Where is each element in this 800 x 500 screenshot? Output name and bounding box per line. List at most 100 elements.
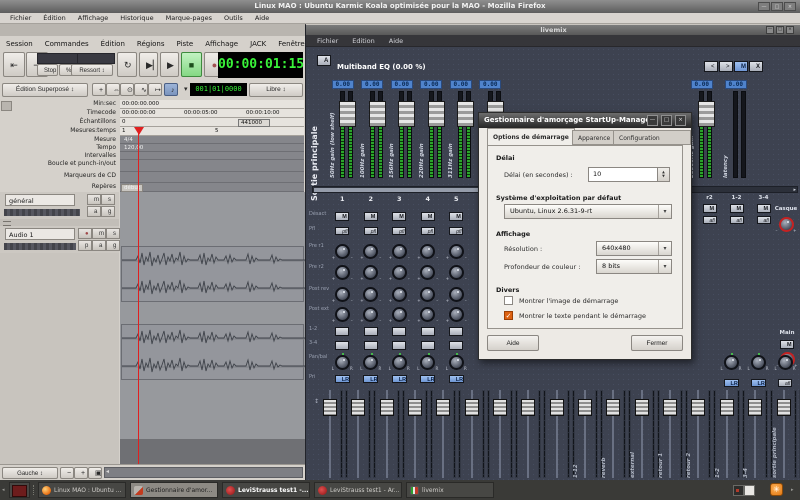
scroll-left-icon[interactable]: ◂ [106, 468, 109, 475]
ruler-strip-timecode[interactable]: 00:00:00:00 00:00:05:00 00:00:10:00 [120, 109, 304, 118]
close-icon[interactable]: × [784, 2, 796, 11]
eq-value-box[interactable]: 0.00 [450, 80, 472, 89]
audition-speaker-icon[interactable]: ♪ [164, 83, 178, 96]
workspace-2-cell[interactable] [744, 485, 755, 496]
shuttle-mode-combo[interactable]: Ressort ↕ [71, 64, 113, 76]
ruler-strip-tempo[interactable]: 120,00 [120, 144, 304, 152]
tab-appearance[interactable]: Apparence [572, 130, 616, 145]
subgroup-button[interactable] [335, 327, 349, 336]
range-tool-icon[interactable]: ⇔ [106, 83, 120, 96]
fader-handle[interactable] [777, 399, 791, 416]
group-mute-button[interactable]: M [703, 204, 717, 213]
track-record-arm-button[interactable]: ● [78, 228, 92, 239]
main-mute-button[interactable]: M [780, 340, 794, 349]
firefox-menu-item[interactable]: Historique [114, 14, 159, 22]
spinner-arrows-icon[interactable]: ▲▼ [657, 168, 669, 181]
stretch-tool-icon[interactable]: ↦ [148, 83, 162, 96]
channel-pfl-button[interactable]: pfl [421, 227, 435, 235]
eq-slider[interactable] [429, 91, 444, 178]
eq-slider[interactable] [699, 91, 714, 178]
track-g-button[interactable]: g [106, 240, 120, 251]
track-name-field[interactable]: Audio 1 [5, 228, 75, 240]
pan-knob[interactable]: LR [751, 355, 766, 370]
send-knob[interactable]: +– [449, 307, 464, 322]
send-knob[interactable]: +– [392, 244, 407, 259]
ardour-menu-item[interactable]: Édition [95, 40, 131, 48]
pan-knob[interactable]: LR [420, 355, 435, 370]
fader-handle[interactable] [635, 399, 649, 416]
ruler-strip-samples[interactable]: 0 441000 [120, 118, 304, 127]
fader-handle[interactable] [436, 399, 450, 416]
group-afl-button[interactable]: afl [703, 216, 717, 224]
track-mute-button[interactable]: m [92, 228, 106, 239]
bus-g-button[interactable]: g [101, 206, 115, 217]
corner-a-button[interactable]: A [317, 55, 331, 66]
subgroup-button[interactable] [449, 341, 463, 350]
send-knob[interactable]: +– [420, 244, 435, 259]
ardour-menu-item[interactable]: Affichage [199, 40, 244, 48]
eq-value-box[interactable]: 0.00 [479, 80, 501, 89]
group-mute-button[interactable]: M [757, 204, 771, 213]
ardour-menu-item[interactable]: Session [0, 40, 39, 48]
zoom-focus-combo[interactable]: Gauche ↕ [2, 467, 58, 479]
send-knob[interactable]: +– [392, 265, 407, 280]
send-knob[interactable]: +– [363, 244, 378, 259]
maximize-icon[interactable]: □ [661, 115, 672, 126]
playhead-line[interactable] [138, 127, 139, 464]
audio-region[interactable] [121, 324, 304, 380]
delay-spinbox[interactable]: 10 ▲▼ [588, 167, 670, 182]
nav-prev-button[interactable]: < [704, 61, 718, 72]
eq-value-box[interactable]: 0.00 [691, 80, 713, 89]
window-menu-button[interactable] [9, 482, 30, 498]
task-button[interactable]: livemix [406, 482, 494, 498]
send-knob[interactable]: +– [420, 307, 435, 322]
grab-tool-icon[interactable]: + [92, 83, 106, 96]
fader-handle[interactable] [720, 399, 734, 416]
pan-knob[interactable]: LR [392, 355, 407, 370]
pan-knob[interactable]: LR [778, 355, 793, 370]
firefox-menu-item[interactable]: Fichier [4, 14, 37, 22]
shuttle-stop-button[interactable]: Stop [37, 64, 58, 76]
fader-nudge-icon[interactable]: ↕ [314, 399, 319, 405]
eq-slider-handle[interactable] [339, 101, 356, 127]
send-knob[interactable]: +– [335, 244, 350, 259]
firefox-menu-item[interactable]: Affichage [72, 14, 115, 22]
send-knob[interactable]: +– [392, 287, 407, 302]
bus-mute-button[interactable]: m [87, 194, 101, 205]
help-button[interactable]: Aide [487, 335, 539, 351]
audition-dropdown-icon[interactable]: ▾ [178, 83, 190, 96]
eq-slider[interactable] [370, 91, 385, 178]
send-knob[interactable]: +– [449, 265, 464, 280]
subgroup-button[interactable] [421, 327, 435, 336]
send-knob[interactable]: +– [335, 265, 350, 280]
show-boot-image-checkbox[interactable] [504, 296, 513, 305]
send-knob[interactable]: +– [449, 244, 464, 259]
fader-handle[interactable] [351, 399, 365, 416]
lr-assign-button[interactable]: LR [363, 375, 378, 383]
channel-mute-button[interactable]: M [449, 212, 463, 221]
eq-slider-handle[interactable] [398, 101, 415, 127]
lr-assign-button[interactable]: LR [724, 379, 739, 387]
eq-slider[interactable] [399, 91, 414, 178]
fader-handle[interactable] [578, 399, 592, 416]
fader-handle[interactable] [323, 399, 337, 416]
afl-button[interactable]: afl [778, 379, 792, 387]
eq-value-box[interactable]: 0.00 [420, 80, 442, 89]
eq-value-box[interactable]: 0.00 [391, 80, 413, 89]
livemix-titlebar[interactable]: livemix [306, 25, 800, 35]
zoom-in-button[interactable]: + [74, 467, 88, 479]
channel-mute-button[interactable]: M [364, 212, 378, 221]
fader-handle[interactable] [493, 399, 507, 416]
fader-handle[interactable] [606, 399, 620, 416]
bus-name-field[interactable]: général [5, 194, 75, 206]
fader-handle[interactable] [465, 399, 479, 416]
close-icon[interactable]: × [786, 26, 794, 34]
shuttle-display[interactable] [37, 53, 78, 64]
task-button[interactable]: Gestionnaire d'amor... [130, 482, 218, 498]
edit-canvas[interactable] [120, 192, 305, 464]
update-notifier-icon[interactable]: ✳ [770, 483, 783, 496]
group-mute-button[interactable]: M [730, 204, 744, 213]
zoom-tool-icon[interactable]: ⊙ [120, 83, 134, 96]
subgroup-button[interactable] [392, 327, 406, 336]
lr-assign-button[interactable]: LR [751, 379, 766, 387]
